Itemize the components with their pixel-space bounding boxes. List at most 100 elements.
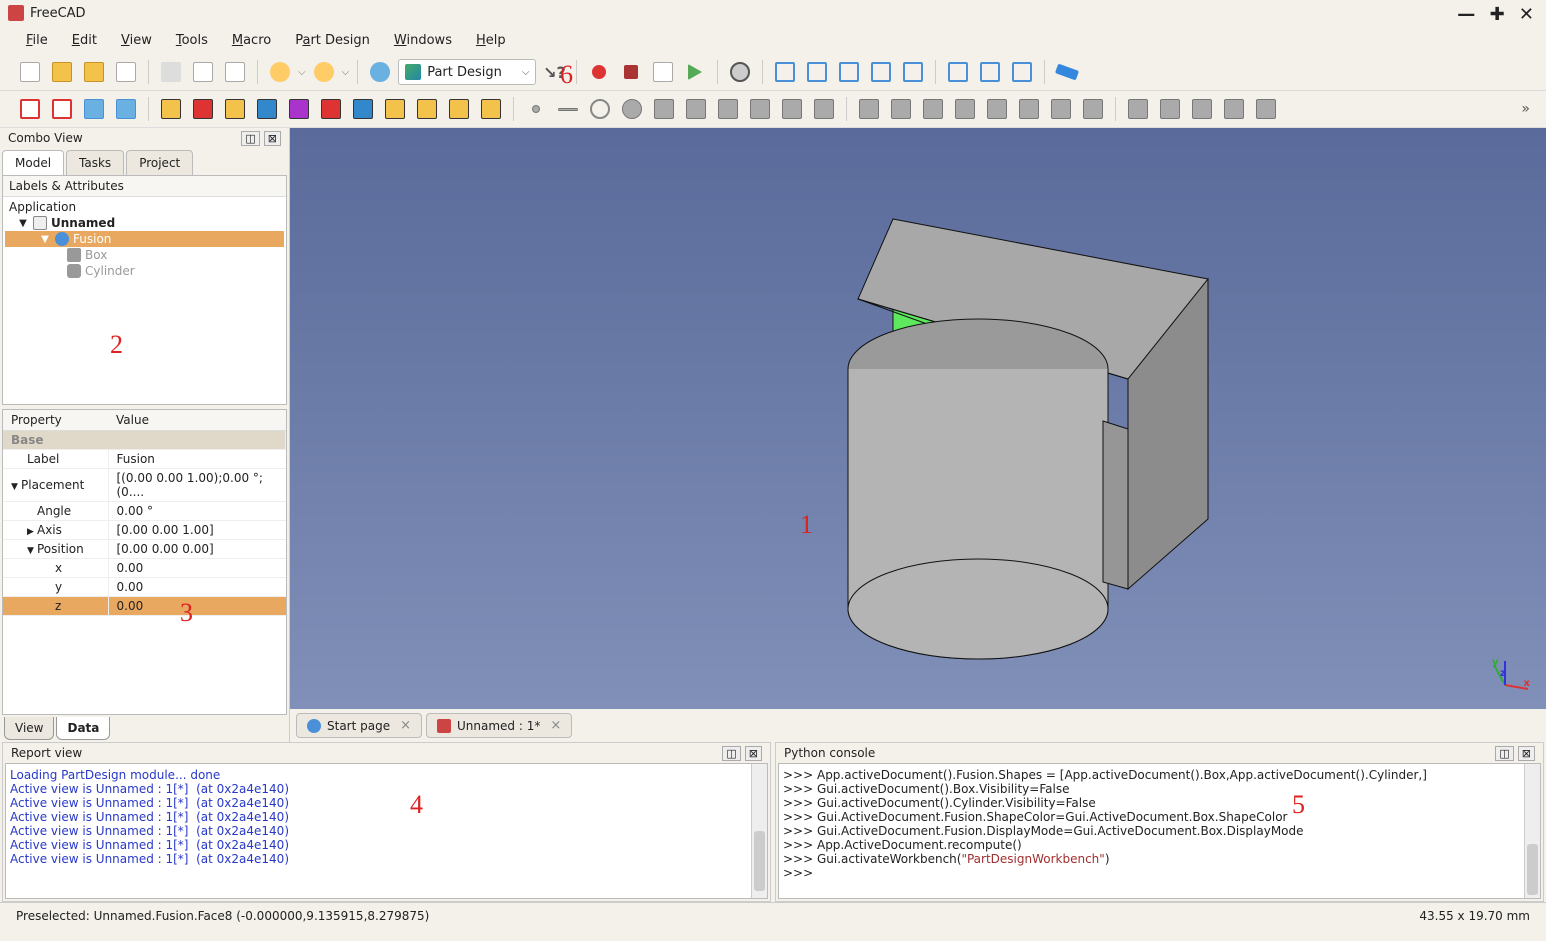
prim5-button[interactable] [285,95,313,123]
copy-button[interactable] [189,58,217,86]
prim7-button[interactable] [349,95,377,123]
sk-fillet-button[interactable] [714,95,742,123]
menu-file[interactable]: File [16,29,58,52]
menu-view[interactable]: View [111,29,162,52]
prop-row[interactable]: LabelFusion [3,450,286,469]
tree-doc[interactable]: ▼Unnamed [5,215,284,231]
open-button[interactable] [48,58,76,86]
menu-macro[interactable]: Macro [222,29,281,52]
report-view-body[interactable]: Loading PartDesign module... done Active… [5,763,768,899]
scrollbar[interactable] [751,764,767,898]
close-icon[interactable]: × [400,718,411,733]
con8-button[interactable] [1079,95,1107,123]
prim6-button[interactable] [317,95,345,123]
tree-cylinder[interactable]: Cylinder [5,263,284,279]
con12-button[interactable] [1220,95,1248,123]
close-icon[interactable]: ⊠ [1518,746,1535,761]
prim3-button[interactable] [221,95,249,123]
macro-play-button[interactable] [681,58,709,86]
prim10-button[interactable] [445,95,473,123]
tree-root[interactable]: Application [5,199,284,215]
menu-partdesign[interactable]: Part Design [285,29,380,52]
view-left-button[interactable] [976,58,1004,86]
tree-box[interactable]: Box [5,247,284,263]
close-icon[interactable]: × [550,718,561,733]
prop-row-selected[interactable]: z0.00 [3,597,286,616]
tab-view[interactable]: View [4,717,54,740]
menu-help[interactable]: Help [466,29,516,52]
scrollbar[interactable] [1524,764,1540,898]
con7-button[interactable] [1047,95,1075,123]
new-button[interactable] [16,58,44,86]
dock-icon[interactable]: ◫ [722,746,740,761]
workbench-selector[interactable]: Part Design ⌵ [398,59,536,85]
view3d[interactable]: xyz [290,128,1546,709]
sk-circle-button[interactable] [618,95,646,123]
prop-row[interactable]: ▶Axis[0.00 0.00 1.00] [3,521,286,540]
prop-row[interactable]: ▼Placement[(0.00 0.00 1.00);0.00 °;(0...… [3,469,286,502]
macro-edit-button[interactable] [649,58,677,86]
macro-record-button[interactable] [585,58,613,86]
sk-trim-button[interactable] [746,95,774,123]
tab-tasks[interactable]: Tasks [66,150,124,175]
con5-button[interactable] [983,95,1011,123]
redo-button[interactable] [310,58,338,86]
edit-sketch-button[interactable] [48,95,76,123]
con13-button[interactable] [1252,95,1280,123]
undo-button[interactable] [266,58,294,86]
refresh-button[interactable] [366,58,394,86]
sk-constr-button[interactable] [810,95,838,123]
dock-icon[interactable]: ◫ [241,131,259,146]
prop-row[interactable]: ▼Position[0.00 0.00 0.00] [3,540,286,559]
close-icon[interactable]: ⊠ [264,131,281,146]
prim11-button[interactable] [477,95,505,123]
con6-button[interactable] [1015,95,1043,123]
sketch-button[interactable] [16,95,44,123]
paste-button[interactable] [221,58,249,86]
tab-model[interactable]: Model [2,150,64,175]
tab-data[interactable]: Data [56,717,110,740]
prim8-button[interactable] [381,95,409,123]
sk-arc-button[interactable] [586,95,614,123]
prop-row[interactable]: Angle0.00 ° [3,502,286,521]
prim1-button[interactable] [157,95,185,123]
view-rear-button[interactable] [899,58,927,86]
pocket-button[interactable] [112,95,140,123]
measure-button[interactable] [1053,58,1081,86]
tab-project[interactable]: Project [126,150,193,175]
con11-button[interactable] [1188,95,1216,123]
con9-button[interactable] [1124,95,1152,123]
doc-tab-startpage[interactable]: Start page × [296,713,422,738]
doc-tab-unnamed[interactable]: Unnamed : 1* × [426,713,572,738]
save-button[interactable] [80,58,108,86]
sk-point-button[interactable] [522,95,550,123]
macro-stop-button[interactable] [617,58,645,86]
prim9-button[interactable] [413,95,441,123]
fit-all-button[interactable] [726,58,754,86]
toolbar-overflow-icon[interactable]: » [1521,101,1530,117]
con10-button[interactable] [1156,95,1184,123]
model-tree[interactable]: Labels & Attributes Application ▼Unnamed… [2,175,287,405]
view-right-button[interactable] [867,58,895,86]
menu-tools[interactable]: Tools [166,29,218,52]
sk-ext-button[interactable] [778,95,806,123]
whatsthis-button[interactable]: ↘? [540,58,568,86]
python-console-body[interactable]: >>> App.activeDocument().Fusion.Shapes =… [778,763,1541,899]
prop-row[interactable]: y0.00 [3,578,286,597]
con4-button[interactable] [951,95,979,123]
prop-row[interactable]: x0.00 [3,559,286,578]
prim4-button[interactable] [253,95,281,123]
sk-poly-button[interactable] [682,95,710,123]
prim2-button[interactable] [189,95,217,123]
con2-button[interactable] [887,95,915,123]
view-front-button[interactable] [803,58,831,86]
sk-rect-button[interactable] [650,95,678,123]
tree-fusion[interactable]: ▼Fusion [5,231,284,247]
window-controls[interactable]: — ✚ ✕ [1457,4,1538,25]
con3-button[interactable] [919,95,947,123]
view-bottom-button[interactable] [944,58,972,86]
dock-icon[interactable]: ◫ [1495,746,1513,761]
menu-edit[interactable]: Edit [62,29,107,52]
cut-button[interactable] [157,58,185,86]
menu-windows[interactable]: Windows [384,29,462,52]
